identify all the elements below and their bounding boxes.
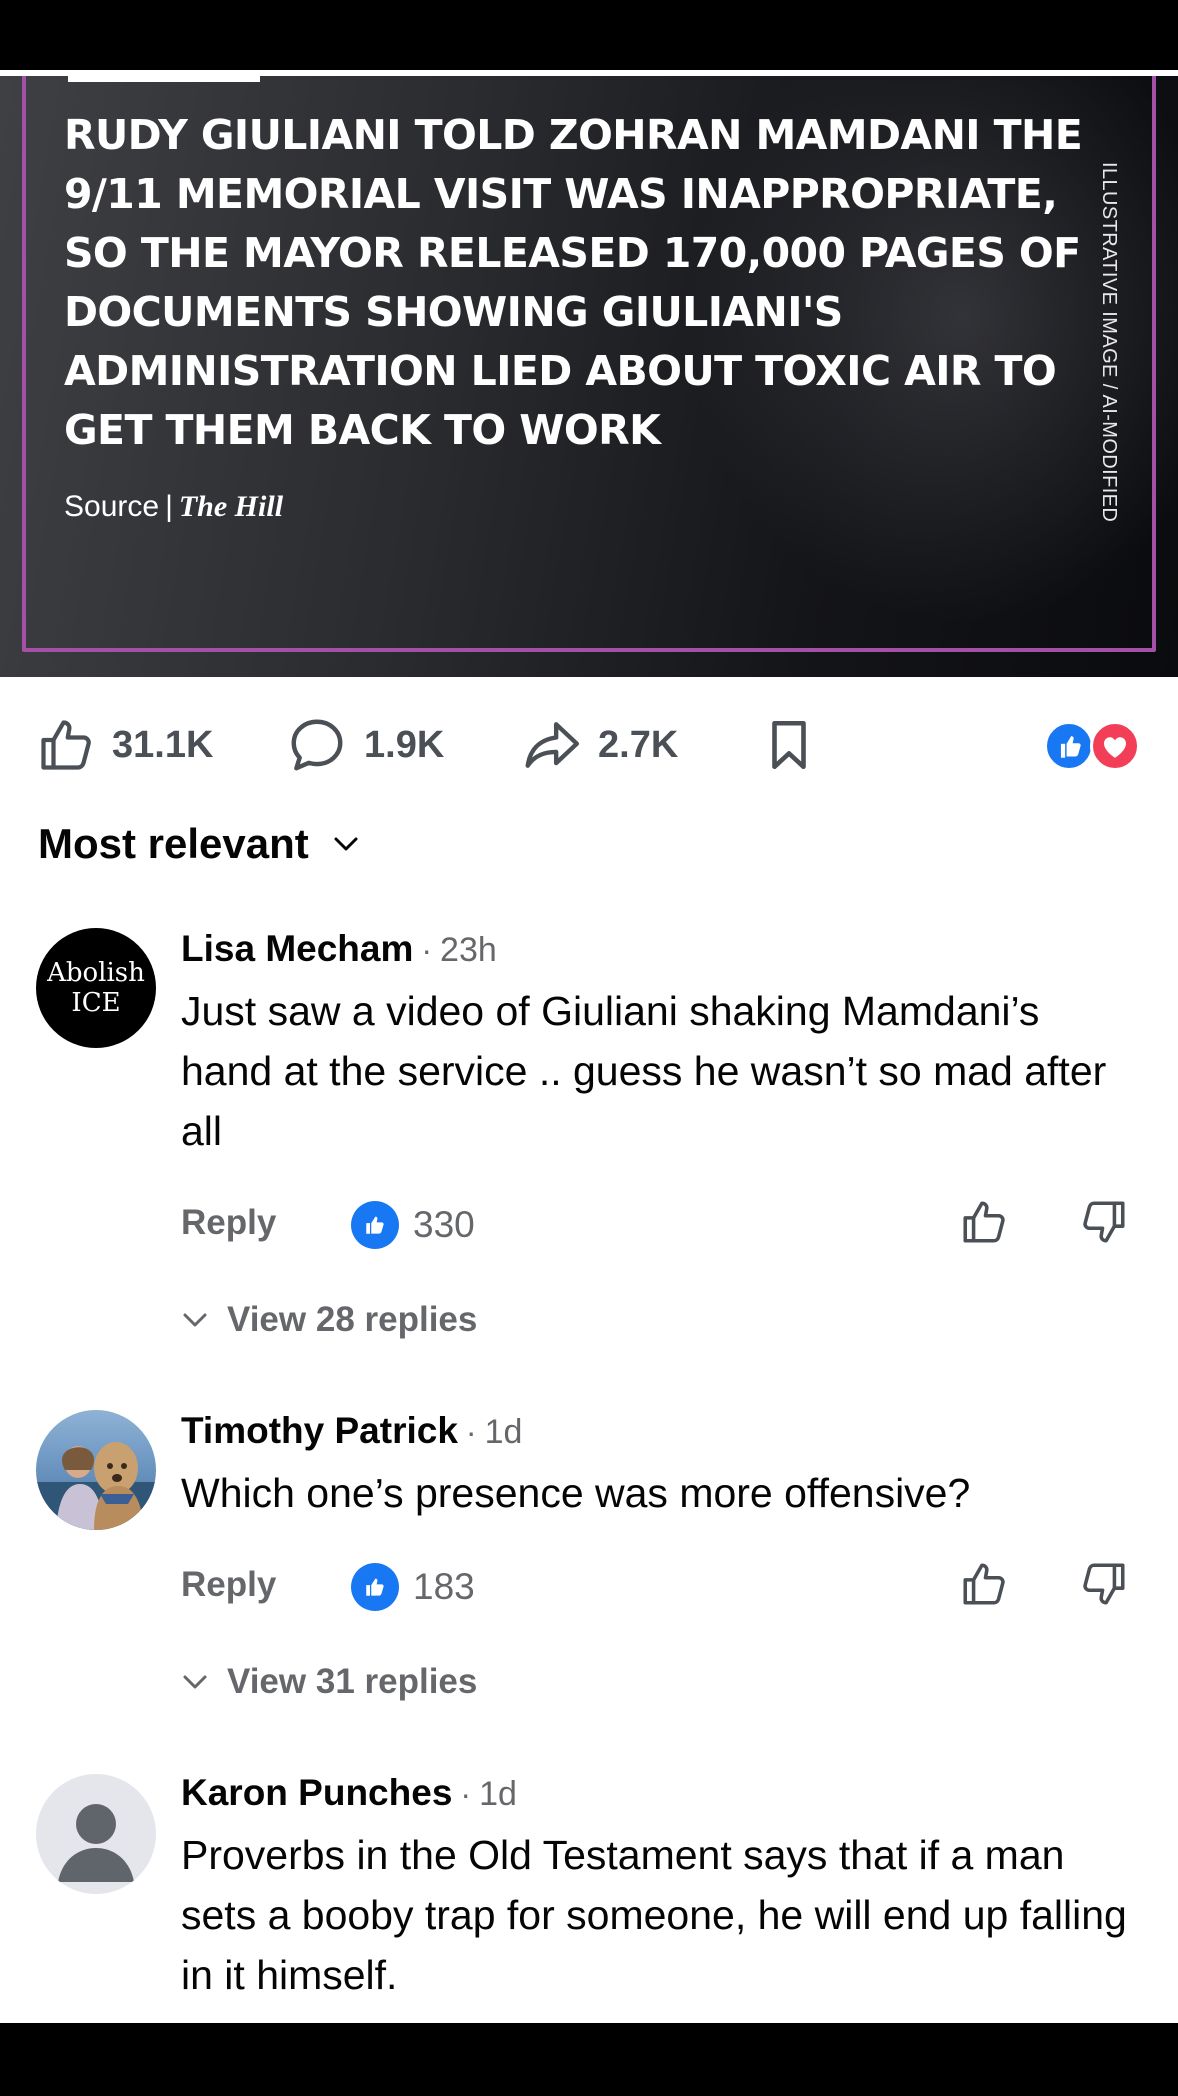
thumbs-up-icon[interactable] xyxy=(959,1197,1009,1247)
separator-dot: · xyxy=(465,1414,477,1450)
comment-like-summary[interactable]: 330 xyxy=(351,1195,475,1255)
comment-timestamp: 1d xyxy=(484,1413,523,1451)
like-count: 31.1K xyxy=(112,723,214,766)
view-replies-label: View 28 replies xyxy=(227,1300,478,1339)
comment-sort-dropdown[interactable]: Most relevant xyxy=(38,820,361,868)
avatar-text: Abolish xyxy=(47,958,145,988)
bottom-bar xyxy=(0,2023,1178,2096)
save-button[interactable] xyxy=(760,705,818,785)
avatar[interactable]: Abolish ICE xyxy=(36,928,156,1048)
share-count: 2.7K xyxy=(598,723,679,766)
comment-text: Proverbs in the Old Testament says that … xyxy=(181,1832,1127,1998)
source-label: Source xyxy=(64,490,160,523)
comment-like-summary[interactable]: 183 xyxy=(351,1557,475,1617)
comment-text: Which one’s presence was more offensive? xyxy=(181,1470,971,1516)
comment-header: Lisa Mecham · 23h xyxy=(181,928,497,970)
comment-timestamp: 23h xyxy=(440,931,497,969)
image-frame-tab xyxy=(68,76,260,82)
post-source: Source | The Hill xyxy=(64,490,283,524)
share-arrow-icon xyxy=(525,722,580,768)
avatar[interactable] xyxy=(36,1774,156,1894)
status-bar xyxy=(0,0,1178,70)
bookmark-icon xyxy=(772,720,806,770)
post-image[interactable]: RUDY GIULIANI TOLD ZOHRAN MAMDANI THE 9/… xyxy=(0,76,1178,677)
comment-text: Just saw a video of Giuliani shaking Mam… xyxy=(181,988,1107,1154)
sort-label: Most relevant xyxy=(38,820,309,867)
share-button[interactable]: 2.7K xyxy=(520,705,678,785)
separator-dot: · xyxy=(460,1776,472,1812)
reply-button[interactable]: Reply xyxy=(181,1565,276,1605)
comment-bubble-icon xyxy=(291,719,343,771)
profile-photo-icon xyxy=(36,1442,156,1530)
commenter-name[interactable]: Lisa Mecham xyxy=(181,928,413,970)
default-profile-icon xyxy=(58,1804,134,1882)
source-separator: | xyxy=(165,490,173,523)
separator-dot: · xyxy=(421,932,433,968)
post-action-bar: 31.1K 1.9K 2.7K xyxy=(0,705,1178,785)
view-replies-button[interactable]: View 28 replies xyxy=(181,1300,477,1340)
thumbs-down-icon[interactable] xyxy=(1079,1559,1129,1609)
chevron-down-icon xyxy=(334,837,358,851)
thumbs-down-icon[interactable] xyxy=(1079,1197,1129,1247)
love-reaction-icon xyxy=(1090,721,1140,771)
comment-like-count: 183 xyxy=(413,1566,475,1607)
like-reaction-icon xyxy=(351,1563,399,1611)
comment-header: Timothy Patrick · 1d xyxy=(181,1410,522,1452)
view-replies-button[interactable]: View 31 replies xyxy=(181,1662,477,1702)
post-headline: RUDY GIULIANI TOLD ZOHRAN MAMDANI THE 9/… xyxy=(64,111,1083,454)
thumbs-up-icon xyxy=(41,720,91,770)
chevron-down-icon xyxy=(183,1313,207,1327)
chevron-down-icon xyxy=(183,1675,207,1689)
reaction-summary[interactable] xyxy=(1044,721,1144,771)
illustrative-image-label: ILLUSTRATIVE IMAGE / AI-MODIFIED xyxy=(1098,162,1120,523)
comment-actions: Reply 330 xyxy=(181,1195,1141,1255)
comment-header: Karon Punches · 1d xyxy=(181,1772,517,1814)
commenter-name[interactable]: Karon Punches xyxy=(181,1772,452,1814)
comment-timestamp: 1d xyxy=(479,1775,517,1813)
commenter-name[interactable]: Timothy Patrick xyxy=(181,1410,458,1452)
like-button[interactable]: 31.1K xyxy=(36,705,213,785)
like-reaction-icon xyxy=(351,1201,399,1249)
view-replies-label: View 31 replies xyxy=(227,1662,478,1701)
reply-button[interactable]: Reply xyxy=(181,1203,276,1243)
like-reaction-icon xyxy=(1044,721,1094,771)
comment-count: 1.9K xyxy=(364,723,445,766)
comment-button[interactable]: 1.9K xyxy=(286,705,444,785)
thumbs-up-icon[interactable] xyxy=(959,1559,1009,1609)
source-publication: The Hill xyxy=(178,490,284,523)
avatar-text: ICE xyxy=(71,988,121,1018)
avatar[interactable] xyxy=(36,1410,156,1530)
comment-actions: Reply 183 xyxy=(181,1557,1141,1617)
comment-like-count: 330 xyxy=(413,1204,475,1245)
